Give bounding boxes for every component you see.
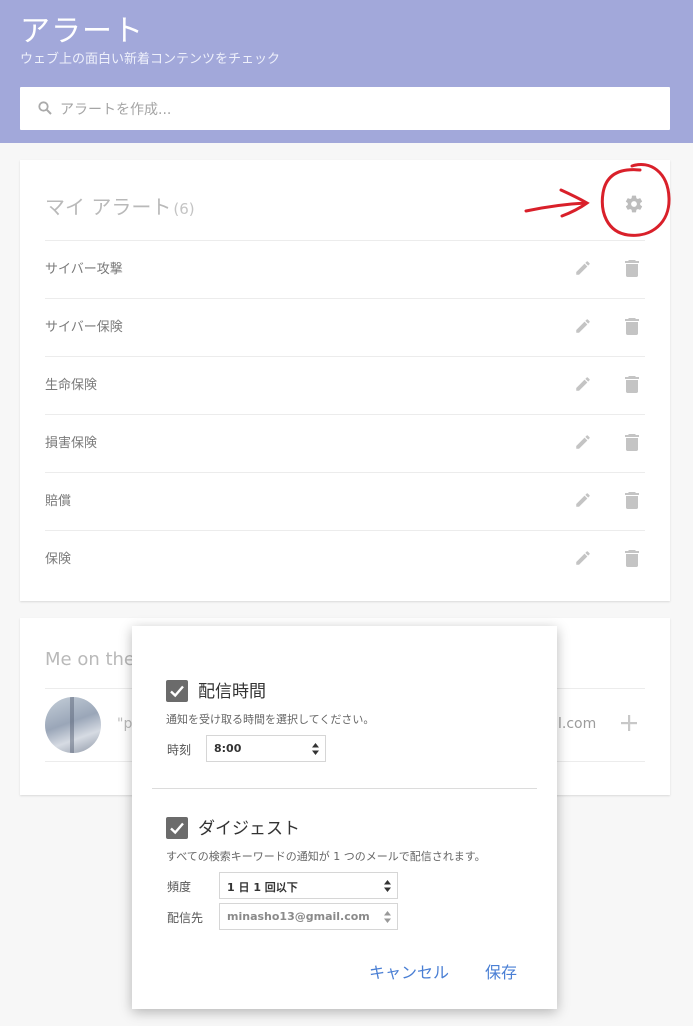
alert-label[interactable]: 生命保険	[45, 374, 97, 393]
pencil-icon[interactable]	[574, 491, 592, 509]
delivery-time-checkbox[interactable]	[166, 680, 188, 702]
me-email-suffix: l.com	[558, 716, 597, 732]
time-select[interactable]: 8:00	[206, 735, 326, 762]
me-on-web-heading: Me on the	[45, 649, 136, 670]
delivery-time-title: 配信時間	[198, 682, 266, 702]
search-input[interactable]	[58, 87, 642, 132]
digest-checkbox[interactable]	[166, 817, 188, 839]
alert-label[interactable]: サイバー保険	[45, 316, 123, 335]
alert-row-property-insurance[interactable]: 損害保険	[45, 414, 645, 472]
pencil-icon[interactable]	[574, 259, 592, 277]
alert-label[interactable]: サイバー攻撃	[45, 258, 123, 277]
alert-label[interactable]: 保険	[45, 548, 71, 567]
my-alerts-heading: マイ アラート (6)	[45, 191, 195, 220]
select-arrows-icon	[384, 880, 391, 892]
time-label: 時刻	[167, 743, 192, 757]
alert-row-insurance[interactable]: 保険	[45, 530, 645, 588]
trash-icon[interactable]	[625, 433, 639, 451]
select-arrows-icon	[312, 743, 319, 755]
alert-row-cyber-attack[interactable]: サイバー攻撃	[45, 240, 645, 298]
my-alerts-title: マイ アラート	[45, 195, 172, 219]
trash-icon[interactable]	[625, 549, 639, 567]
pencil-icon[interactable]	[574, 549, 592, 567]
header: アラート ウェブ上の面白い新着コンテンツをチェック	[0, 0, 693, 143]
alert-label[interactable]: 損害保険	[45, 432, 97, 451]
checkbox-check-icon	[170, 685, 184, 698]
me-query-text: "p	[117, 716, 133, 732]
cancel-button[interactable]: キャンセル	[369, 959, 449, 983]
search-icon	[38, 101, 52, 115]
delivery-settings-dialog: 配信時間 通知を受け取る時間を選択してください。 時刻 8:00 ダイジェスト …	[132, 626, 557, 1009]
alert-count: (6)	[173, 200, 195, 218]
deliver-to-label: 配信先	[167, 911, 204, 925]
deliver-to-select-value: minasho13@gmail.com	[227, 910, 370, 923]
checkbox-check-icon	[170, 822, 184, 835]
trash-icon[interactable]	[625, 317, 639, 335]
save-button[interactable]: 保存	[485, 959, 517, 983]
alert-list: サイバー攻撃 サイバー保険 生命保険 損害保険 賠償 保険	[45, 240, 645, 588]
pencil-icon[interactable]	[574, 317, 592, 335]
avatar	[45, 697, 101, 753]
app-title: アラート	[20, 14, 144, 49]
trash-icon[interactable]	[625, 375, 639, 393]
gear-icon[interactable]	[624, 194, 644, 214]
delivery-time-description: 通知を受け取る時間を選択してください。	[166, 713, 375, 726]
trash-icon[interactable]	[625, 259, 639, 277]
frequency-label: 頻度	[167, 880, 192, 894]
digest-description: すべての検索キーワードの通知が 1 つのメールで配信されます。	[166, 850, 486, 863]
alert-row-cyber-insurance[interactable]: サイバー保険	[45, 298, 645, 356]
my-alerts-card: マイ アラート (6) サイバー攻撃 サイバー保険 生命保険 損害保険 賠償 保…	[20, 160, 670, 601]
frequency-select-value: 1 日 1 回以下	[227, 881, 298, 894]
alert-row-compensation[interactable]: 賠償	[45, 472, 645, 530]
select-arrows-icon	[384, 911, 391, 923]
search-box[interactable]	[20, 87, 670, 132]
divider	[152, 788, 537, 789]
digest-title: ダイジェスト	[198, 819, 300, 839]
pencil-icon[interactable]	[574, 375, 592, 393]
time-select-value: 8:00	[214, 742, 242, 755]
app-subtitle: ウェブ上の面白い新着コンテンツをチェック	[20, 52, 281, 67]
pencil-icon[interactable]	[574, 433, 592, 451]
trash-icon[interactable]	[625, 491, 639, 509]
alert-label[interactable]: 賠償	[45, 490, 71, 509]
alert-row-life-insurance[interactable]: 生命保険	[45, 356, 645, 414]
frequency-select[interactable]: 1 日 1 回以下	[219, 872, 398, 899]
deliver-to-select[interactable]: minasho13@gmail.com	[219, 903, 398, 930]
plus-icon[interactable]	[620, 714, 638, 732]
